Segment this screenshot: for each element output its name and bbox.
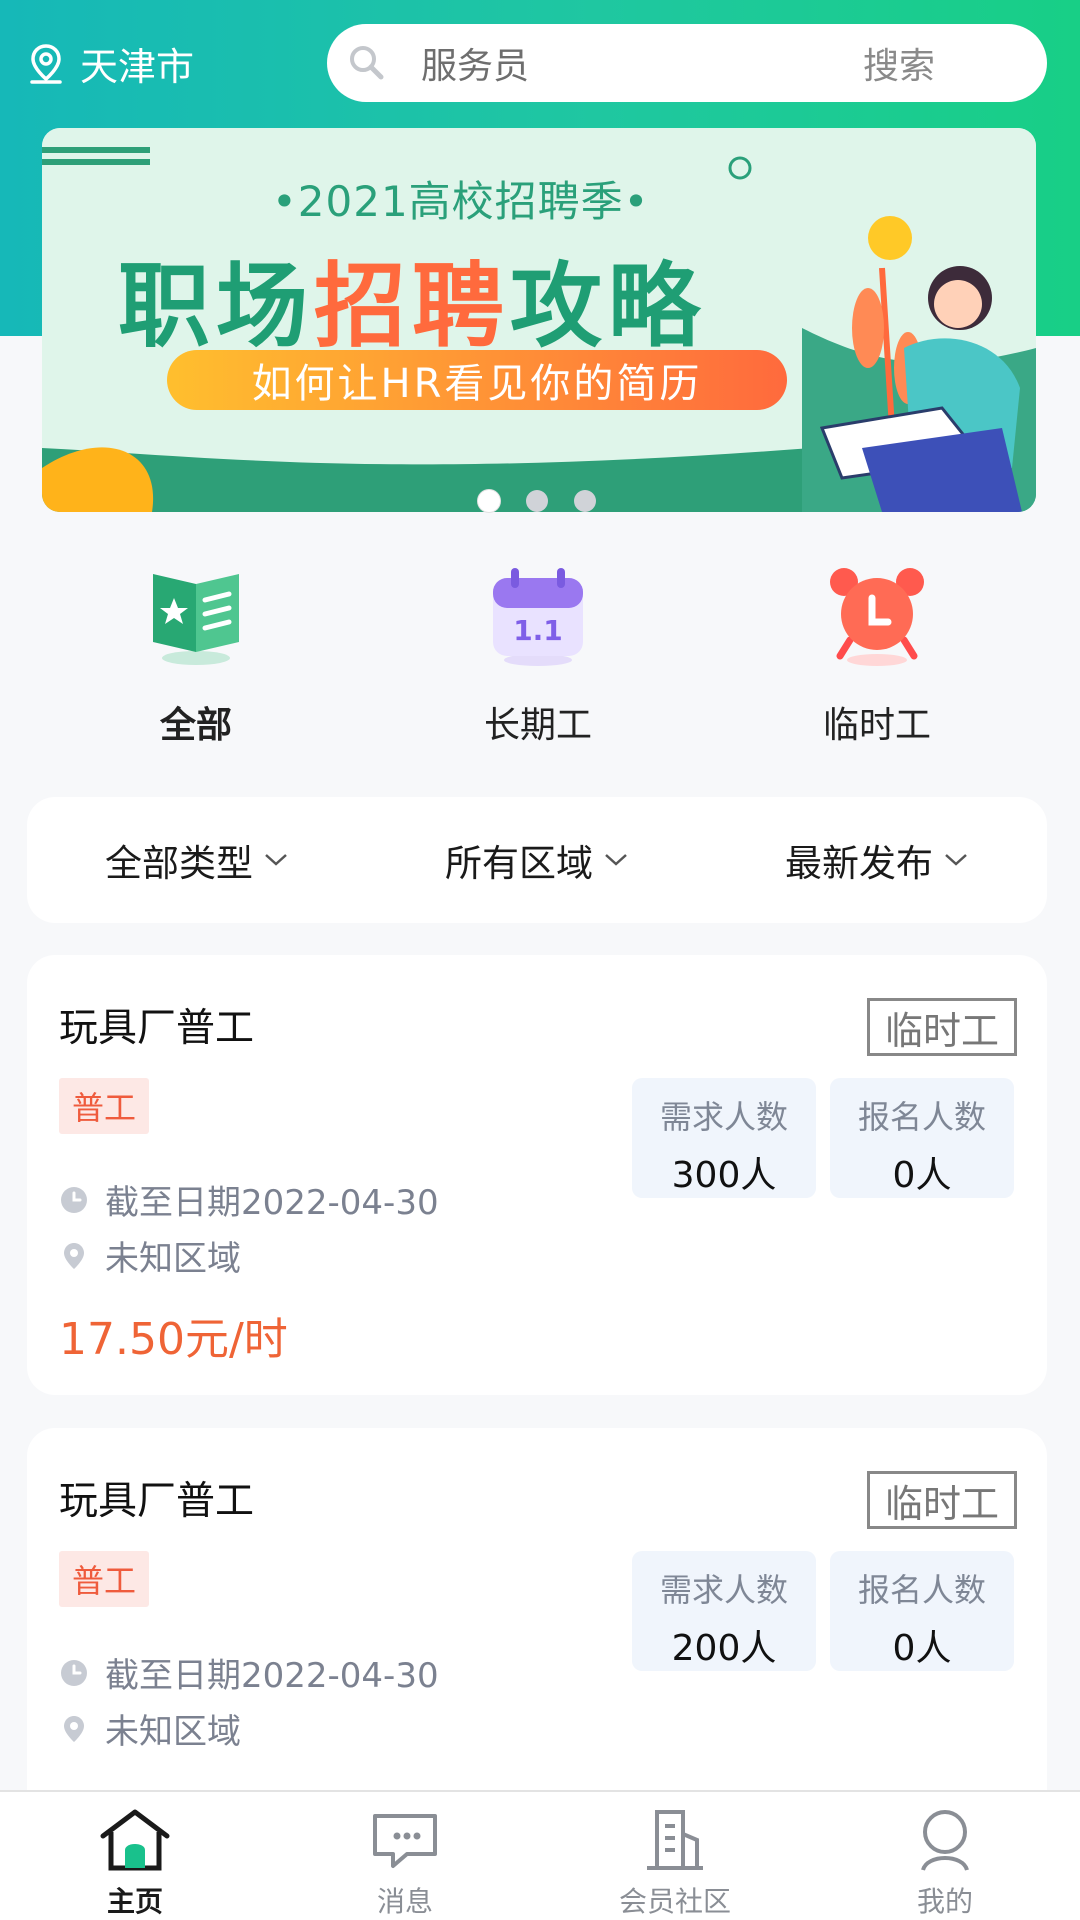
filter-sort-label: 最新发布: [785, 842, 933, 885]
job-tag: 普工: [59, 1551, 149, 1607]
job-title: 玩具厂普工: [59, 1006, 255, 1051]
city-label: 天津市: [80, 45, 195, 89]
banner-dot-2[interactable]: [526, 490, 548, 512]
search-icon: [350, 46, 384, 80]
need-count-label: 需求人数: [659, 1098, 788, 1136]
tab-community-label: 会员社区: [618, 1885, 731, 1918]
chevron-down-icon: [605, 854, 627, 866]
tab-profile[interactable]: 我的: [810, 1792, 1080, 1920]
filter-area[interactable]: 所有区域: [367, 833, 707, 887]
signup-count-value: 0人: [892, 1628, 952, 1669]
tab-home[interactable]: 主页: [0, 1792, 270, 1920]
job-salary: 17.50元/时: [59, 1314, 288, 1365]
tab-community[interactable]: 会员社区: [540, 1792, 810, 1920]
location-icon: [64, 1242, 84, 1269]
search-input[interactable]: 服务员: [421, 37, 863, 89]
job-card[interactable]: 玩具厂普工 临时工 普工 需求人数 300人 报名人数 0人 截至日期2022-…: [27, 955, 1047, 1395]
need-count-box: 需求人数 200人: [632, 1551, 816, 1671]
need-count-value: 200人: [671, 1628, 777, 1669]
location-pin-icon: [30, 43, 62, 84]
need-count-label: 需求人数: [659, 1571, 788, 1609]
alarm-clock-icon: [830, 568, 924, 666]
banner-dot-3[interactable]: [574, 490, 596, 512]
job-deadline: 截至日期2022-04-30: [59, 1648, 439, 1697]
job-area: 未知区域: [59, 1704, 241, 1753]
building-icon: [647, 1810, 703, 1870]
filter-type-label: 全部类型: [105, 842, 253, 885]
job-tag: 普工: [59, 1078, 149, 1134]
banner-pagination: [478, 490, 596, 512]
tab-messages[interactable]: 消息: [270, 1792, 540, 1920]
chat-icon: [373, 1814, 437, 1868]
chevron-down-icon: [945, 854, 967, 866]
signup-count-box: 报名人数 0人: [830, 1078, 1014, 1198]
book-star-icon: [153, 574, 239, 665]
home-page: 天津市 服务员 搜索 •2021高校招聘季• 职场招聘攻略 如何让HR看见你的简…: [0, 0, 1080, 1920]
top-bar: 天津市 服务员 搜索: [0, 22, 1080, 102]
category-long-term-label: 长期工: [483, 705, 592, 746]
banner-season: •2021高校招聘季•: [272, 177, 650, 226]
banner-headline-part1: 职场: [118, 253, 315, 360]
job-deadline-text: 截至日期2022-04-30: [105, 1656, 439, 1696]
filter-type[interactable]: 全部类型: [27, 833, 367, 887]
location-icon: [64, 1715, 84, 1742]
chevron-down-icon: [265, 854, 287, 866]
category-all[interactable]: 全部: [86, 560, 306, 748]
clock-icon: [61, 1186, 87, 1213]
city-selector[interactable]: 天津市: [26, 36, 194, 91]
filter-bar: 全部类型 所有区域 最新发布: [27, 797, 1047, 923]
filter-area-label: 所有区域: [445, 842, 593, 885]
job-type-badge: 临时工: [867, 998, 1017, 1056]
category-long-term[interactable]: 1.1 长期工: [428, 560, 648, 748]
banner-subline: 如何让HR看见你的简历: [167, 350, 787, 410]
bottom-tab-bar: 主页 消息 会员社区 我的: [0, 1790, 1080, 1920]
home-icon: [100, 1809, 170, 1871]
signup-count-label: 报名人数: [857, 1098, 986, 1136]
filter-sort[interactable]: 最新发布: [707, 833, 1047, 887]
tab-home-label: 主页: [106, 1885, 163, 1918]
need-count-box: 需求人数 300人: [632, 1078, 816, 1198]
tab-messages-label: 消息: [376, 1885, 433, 1918]
search-bar[interactable]: 服务员 搜索: [327, 24, 1047, 102]
job-title: 玩具厂普工: [59, 1479, 255, 1524]
job-area-text: 未知区域: [105, 1712, 241, 1752]
promo-banner[interactable]: •2021高校招聘季• 职场招聘攻略 如何让HR看见你的简历: [42, 128, 1036, 512]
job-area: 未知区域: [59, 1231, 241, 1280]
banner-headline-part2: 招聘: [314, 253, 511, 360]
job-deadline-text: 截至日期2022-04-30: [105, 1183, 439, 1223]
category-all-label: 全部: [159, 705, 232, 746]
category-temporary-label: 临时工: [822, 705, 931, 746]
calendar-icon: 1.1: [493, 568, 583, 666]
banner-headline: 职场招聘攻略: [118, 232, 706, 365]
tab-profile-label: 我的: [916, 1885, 973, 1918]
banner-headline-part3: 攻略: [510, 253, 707, 360]
job-area-text: 未知区域: [105, 1239, 241, 1279]
search-button[interactable]: 搜索: [863, 37, 935, 89]
svg-text:1.1: 1.1: [513, 614, 563, 647]
job-type-badge: 临时工: [867, 1471, 1017, 1529]
signup-count-box: 报名人数 0人: [830, 1551, 1014, 1671]
signup-count-value: 0人: [892, 1155, 952, 1196]
category-temporary[interactable]: 临时工: [767, 560, 987, 748]
user-icon: [921, 1810, 969, 1871]
job-deadline: 截至日期2022-04-30: [59, 1175, 439, 1224]
clock-icon: [61, 1659, 87, 1686]
need-count-value: 300人: [671, 1155, 777, 1196]
signup-count-label: 报名人数: [857, 1571, 986, 1609]
category-nav: 全部 1.1 长期工 临时工: [0, 560, 1080, 750]
banner-dot-1[interactable]: [478, 490, 500, 512]
